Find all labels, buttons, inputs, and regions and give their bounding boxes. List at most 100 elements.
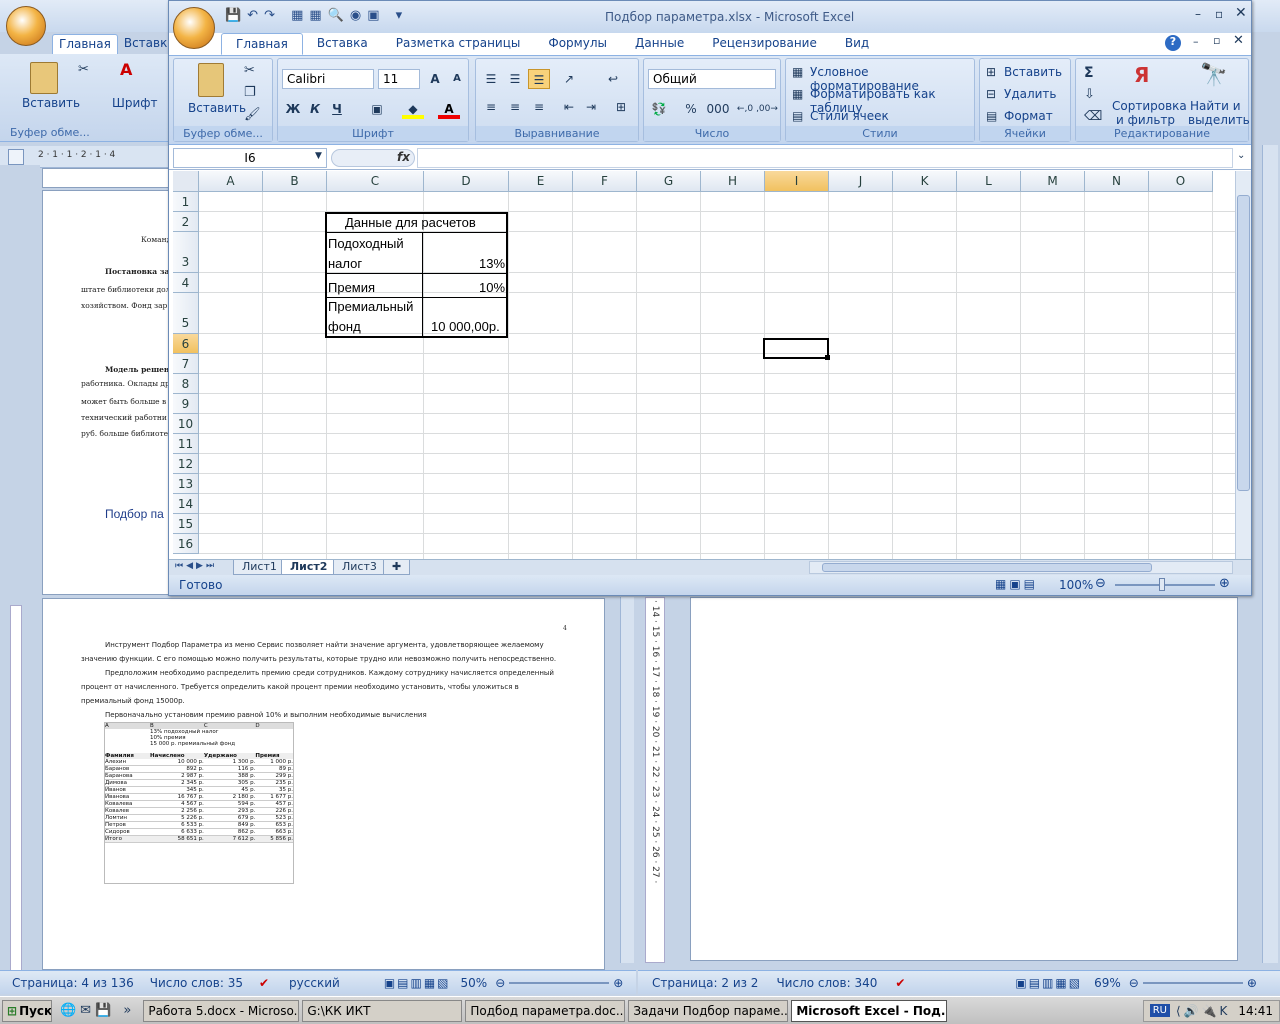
tab-formulas[interactable]: Формулы [534, 33, 621, 55]
zoom-out-icon[interactable]: ⊖ [1129, 976, 1139, 990]
scroll-thumb[interactable] [1237, 195, 1250, 491]
align-left-icon[interactable]: ≡ [480, 97, 502, 117]
align-top-icon[interactable]: ☰ [480, 69, 502, 89]
ribbon-minimize-button[interactable]: – [1193, 35, 1199, 48]
ribbon-restore-button[interactable]: ▫ [1213, 34, 1220, 47]
column-header-h[interactable]: H [701, 171, 765, 192]
row-header-6[interactable]: 6 [173, 334, 199, 354]
cell-c2[interactable]: Данные для расчетов [345, 215, 476, 230]
borders-icon[interactable]: ▣ [366, 99, 388, 119]
column-header-c[interactable]: C [327, 171, 424, 192]
font-size-select[interactable]: 11 [378, 69, 420, 89]
name-box[interactable]: I6 [173, 148, 327, 168]
fill-handle[interactable] [825, 355, 830, 360]
zoom-in-icon[interactable]: ⊕ [1247, 976, 1257, 990]
sheet-nav-buttons[interactable]: ⏮◀▶⏭ [175, 561, 217, 571]
row-header-12[interactable]: 12 [173, 454, 199, 474]
tab-insert[interactable]: Вставка [303, 33, 382, 55]
currency-icon[interactable]: 💱 [648, 99, 670, 119]
zoom-out-icon[interactable]: ⊖ [495, 976, 505, 990]
column-header-n[interactable]: N [1085, 171, 1149, 192]
view-normal-icon[interactable]: ▦▣▤ [995, 577, 1038, 591]
column-header-b[interactable]: B [263, 171, 327, 192]
word2-page-count[interactable]: Страница: 2 из 2 [652, 976, 758, 990]
row-header-14[interactable]: 14 [173, 494, 199, 514]
column-header-i[interactable]: I [765, 171, 829, 192]
taskbar-item[interactable]: G:\КК ИКТ [302, 999, 463, 1022]
decrease-decimal-icon[interactable]: ,00→ [756, 99, 778, 119]
row-header-4[interactable]: 4 [173, 273, 199, 293]
zoom-slider-thumb[interactable] [1159, 578, 1165, 591]
word2-word-count[interactable]: Число слов: 340 [776, 976, 877, 990]
word-language[interactable]: русский [289, 976, 340, 990]
insert-cells-button[interactable]: Вставить [1004, 65, 1062, 79]
autosum-button[interactable]: Σ [1084, 65, 1094, 81]
font-name-select[interactable]: Calibri [282, 69, 374, 89]
fill-icon[interactable]: ⇩ [1084, 87, 1095, 102]
taskbar-item[interactable]: Задачи Подбор параме... [628, 999, 789, 1022]
paste-icon[interactable] [198, 63, 224, 97]
merge-icon[interactable]: ⊞ [610, 97, 632, 117]
column-header-f[interactable]: F [573, 171, 637, 192]
column-header-o[interactable]: O [1149, 171, 1213, 192]
shrink-font-icon[interactable]: A [446, 69, 468, 89]
formula-input[interactable] [417, 148, 1233, 168]
quick-access-toolbar[interactable]: 💾↶↷ ▦▦🔍◉▣ ▾ [225, 8, 408, 23]
find-select-button[interactable]: Найти и [1190, 99, 1241, 113]
zoom-slider[interactable] [509, 981, 610, 984]
expand-formula-bar-icon[interactable]: ⌄ [1237, 150, 1245, 161]
zoom-slider[interactable] [1142, 981, 1243, 984]
insert-function-button[interactable]: fx [397, 150, 410, 164]
quick-launch-icons[interactable]: 🌐✉💾 » [60, 1003, 135, 1018]
zoom-out-icon[interactable]: ⊖ [1095, 576, 1106, 591]
insert-sheet-icon[interactable]: ✚ [383, 560, 411, 575]
percent-button[interactable]: % [680, 99, 702, 119]
view-buttons[interactable]: ▣▤▥▦▧ [384, 976, 451, 990]
column-header-a[interactable]: A [199, 171, 263, 192]
zoom-in-icon[interactable]: ⊕ [1219, 576, 1230, 591]
sheet-tab-3[interactable]: Лист3 [333, 560, 386, 575]
zoom-level[interactable]: 100% [1059, 578, 1093, 592]
bold-button[interactable]: Ж [282, 99, 304, 119]
align-right-icon[interactable]: ≡ [528, 97, 550, 117]
column-header-l[interactable]: L [957, 171, 1021, 192]
word-tab-home[interactable]: Главная [52, 34, 118, 54]
clear-icon[interactable]: ⌫ [1084, 109, 1102, 124]
font-color-icon[interactable]: A [438, 99, 460, 119]
fill-color-icon[interactable]: ◆ [402, 99, 424, 119]
row-header-7[interactable]: 7 [173, 354, 199, 374]
spellcheck-icon[interactable]: ✔ [895, 976, 905, 990]
format-cells-button[interactable]: Формат [1004, 109, 1053, 123]
align-bottom-icon[interactable]: ☰ [528, 69, 550, 89]
sheet-tab-2[interactable]: Лист2 [281, 560, 337, 575]
format-painter-icon[interactable]: 🖌 [244, 107, 261, 122]
row-header-1[interactable]: 1 [173, 192, 199, 212]
cell-d4[interactable]: 10% [479, 280, 505, 295]
ribbon-close-button[interactable]: ✕ [1233, 33, 1244, 48]
thousands-button[interactable]: 000 [704, 99, 732, 119]
column-header-g[interactable]: G [637, 171, 701, 192]
row-header-13[interactable]: 13 [173, 474, 199, 494]
sort-filter-button[interactable]: Сортировка [1112, 99, 1187, 113]
zoom-in-icon[interactable]: ⊕ [613, 976, 623, 990]
row-header-11[interactable]: 11 [173, 434, 199, 454]
copy-icon[interactable]: ❐ [244, 85, 256, 100]
office-button[interactable] [6, 6, 46, 46]
tab-review[interactable]: Рецензирование [698, 33, 831, 55]
cell-d5[interactable]: 10 000,00р. [431, 319, 500, 334]
align-middle-icon[interactable]: ☰ [504, 69, 526, 89]
column-header-e[interactable]: E [509, 171, 573, 192]
maximize-button[interactable]: ▫ [1215, 7, 1223, 21]
column-header-m[interactable]: M [1021, 171, 1085, 192]
word-paste-icon[interactable] [30, 62, 58, 94]
wrap-text-icon[interactable]: ↩ [602, 69, 624, 89]
increase-decimal-icon[interactable]: ←,0 [734, 99, 756, 119]
horizontal-scrollbar[interactable] [809, 561, 1233, 574]
scissors-icon[interactable]: ✂ [78, 62, 89, 77]
cell-c3-line1[interactable]: Подоходный [328, 236, 404, 251]
row-header-15[interactable]: 15 [173, 514, 199, 534]
spellcheck-icon[interactable]: ✔ [259, 976, 269, 990]
start-button[interactable]: ⊞ Пуск [2, 999, 52, 1022]
taskbar-item[interactable]: Подбод параметра.doc... [465, 999, 626, 1022]
cell-c5-line2[interactable]: фонд [328, 319, 361, 334]
